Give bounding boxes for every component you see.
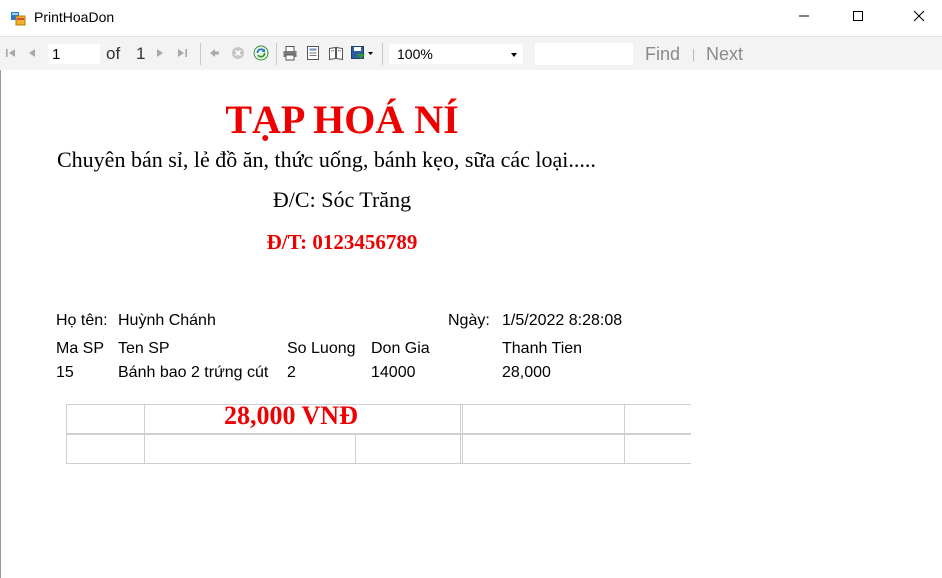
total-pages-label: 1 — [136, 44, 146, 63]
app-window-icon — [10, 10, 26, 26]
date-value: 1/5/2022 8:28:08 — [502, 312, 623, 329]
find-button[interactable]: Find — [645, 44, 680, 65]
grid-line — [144, 404, 145, 464]
grid-line — [66, 463, 691, 464]
customer-label: Họ tên: — [56, 312, 108, 329]
grid-line — [66, 404, 691, 405]
previous-page-icon[interactable] — [24, 45, 40, 61]
cell-ten-sp: Bánh bao 2 trứng cút — [118, 364, 269, 381]
close-icon — [913, 9, 925, 27]
column-header-so-luong: So Luong — [287, 340, 356, 357]
store-name: TẠP HOÁ NÍ — [225, 97, 459, 142]
cell-ma-sp: 15 — [56, 364, 74, 381]
maximize-button[interactable] — [835, 0, 881, 36]
page-setup-icon[interactable] — [328, 45, 344, 61]
grid-line — [460, 404, 461, 464]
store-phone: Đ/T: 0123456789 — [266, 230, 418, 254]
report-border — [0, 70, 1, 578]
next-page-icon[interactable] — [152, 45, 168, 61]
refresh-icon[interactable] — [253, 45, 269, 61]
grid-line — [624, 404, 625, 464]
cell-don-gia: 14000 — [371, 364, 416, 381]
total-grid — [66, 404, 691, 464]
store-slogan: Chuyên bán sỉ, lẻ đồ ăn, thức uống, bánh… — [57, 147, 596, 172]
column-header-ma-sp: Ma SP — [56, 340, 105, 357]
close-button[interactable] — [896, 0, 942, 36]
grid-line — [66, 434, 691, 435]
zoom-value: 100% — [397, 46, 433, 62]
print-layout-icon[interactable] — [305, 45, 321, 61]
total-amount: 28,000 VNĐ — [224, 401, 358, 430]
date-label: Ngày: — [448, 312, 490, 329]
back-icon[interactable] — [206, 45, 222, 61]
zoom-select[interactable]: 100% — [388, 43, 524, 65]
toolbar-separator — [382, 43, 383, 65]
export-icon[interactable] — [350, 45, 374, 61]
find-next-button[interactable]: Next — [706, 44, 743, 65]
grid-line — [355, 434, 356, 464]
store-address: Đ/C: Sóc Trăng — [272, 187, 412, 212]
report-toolbar: 1 of 1 100% Find Next — [0, 36, 942, 72]
page-of-label: of — [106, 44, 121, 63]
last-page-icon[interactable] — [174, 45, 190, 61]
find-input[interactable] — [535, 43, 633, 65]
column-header-ten-sp: Ten SP — [118, 340, 170, 357]
toolbar-separator — [276, 43, 277, 65]
column-header-don-gia: Don Gia — [371, 340, 430, 357]
grid-line — [462, 404, 463, 464]
grid-line — [66, 404, 67, 464]
print-icon[interactable] — [282, 45, 298, 61]
minimize-button[interactable] — [781, 0, 827, 36]
cell-so-luong: 2 — [287, 364, 296, 381]
minimize-icon — [798, 9, 810, 27]
window-title: PrintHoaDon — [34, 9, 115, 25]
find-separator — [693, 49, 694, 61]
current-page-input[interactable]: 1 — [47, 43, 101, 65]
first-page-icon[interactable] — [3, 45, 19, 61]
cell-thanh-tien: 28,000 — [502, 364, 551, 381]
customer-name: Huỳnh Chánh — [118, 312, 216, 329]
column-header-thanh-tien: Thanh Tien — [502, 340, 583, 357]
title-bar: PrintHoaDon — [0, 0, 942, 36]
chevron-down-icon — [511, 53, 517, 57]
stop-icon[interactable] — [230, 45, 246, 61]
toolbar-separator — [200, 43, 201, 65]
maximize-icon — [852, 9, 864, 27]
